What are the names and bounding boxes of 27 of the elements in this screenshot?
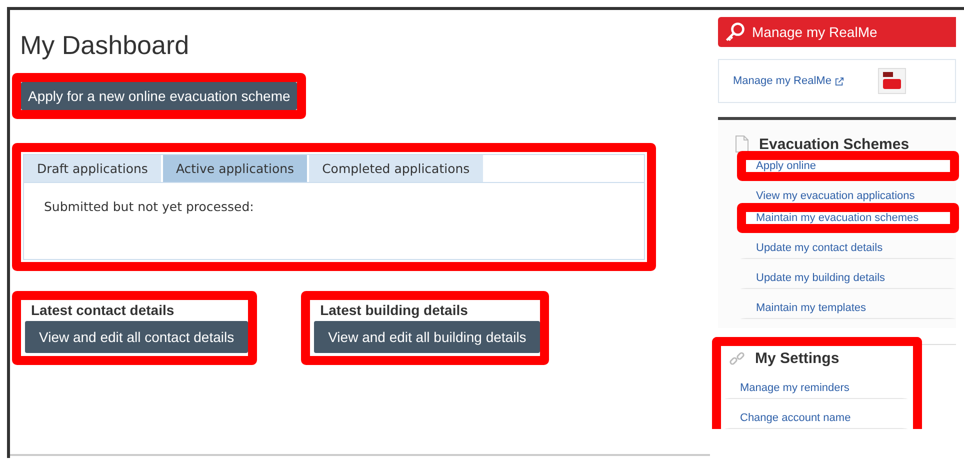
section-heading: Latest building details bbox=[319, 301, 469, 320]
realme-header[interactable]: Manage my RealMe bbox=[718, 17, 956, 47]
section-heading: My Settings bbox=[755, 350, 840, 367]
sidebar-link[interactable]: Maintain my evacuation schemes bbox=[756, 212, 919, 224]
tab[interactable]: Draft applications bbox=[24, 155, 163, 182]
sidebar-link[interactable]: Change account name bbox=[740, 412, 851, 424]
apply-button[interactable]: Apply for a new online evacuation scheme bbox=[21, 82, 298, 110]
sidebar-link[interactable]: Maintain my templates bbox=[756, 302, 866, 314]
sidebar-link[interactable]: Update my contact details bbox=[756, 242, 883, 254]
sidebar-link[interactable]: Manage my reminders bbox=[740, 382, 850, 394]
view-edit-button[interactable]: View and edit all building details bbox=[314, 321, 540, 353]
header-text: Manage my RealMe bbox=[752, 24, 878, 40]
logo-icon bbox=[878, 68, 906, 94]
tab[interactable]: Active applications bbox=[162, 155, 310, 182]
status-text: Submitted but not yet processed: bbox=[43, 198, 255, 216]
key-icon bbox=[724, 21, 746, 43]
section-heading: Latest contact details bbox=[30, 301, 176, 320]
realme-link[interactable]: Manage my RealMe bbox=[733, 75, 832, 87]
sidebar-link[interactable]: Update my building details bbox=[756, 272, 886, 284]
sidebar-link[interactable]: View my evacuation applications bbox=[756, 190, 915, 202]
tab[interactable]: Completed applications bbox=[309, 155, 485, 182]
external-link-icon bbox=[835, 76, 844, 86]
page-title: My Dashboard bbox=[20, 30, 190, 61]
view-edit-button[interactable]: View and edit all contact details bbox=[25, 321, 248, 353]
section-heading: Evacuation Schemes bbox=[759, 136, 910, 152]
link-icon bbox=[729, 350, 745, 366]
sidebar-link[interactable]: Apply online bbox=[756, 160, 816, 172]
